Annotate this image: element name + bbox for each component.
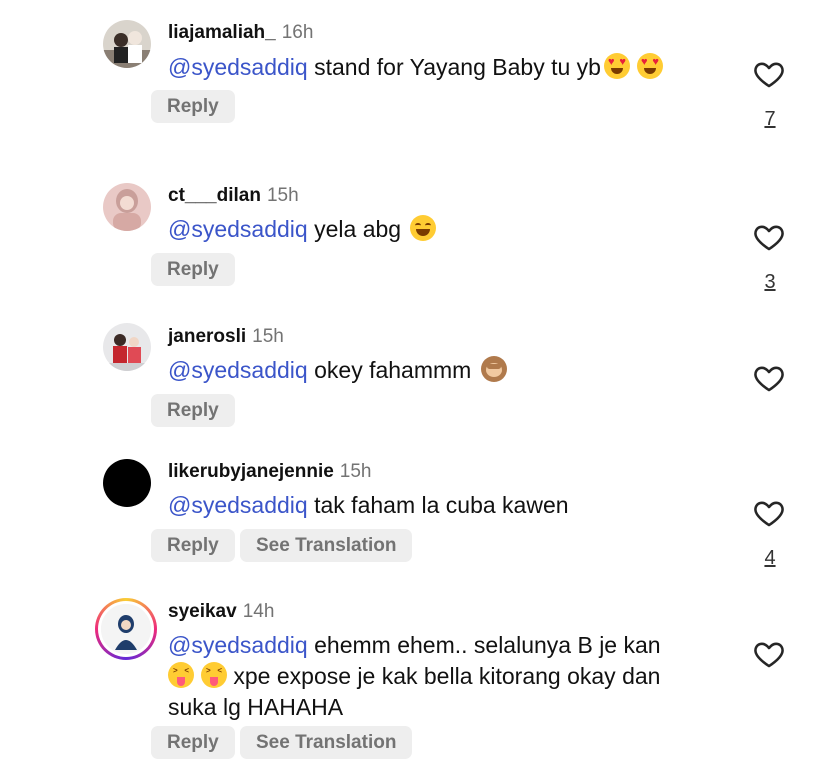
comment-body-line1: ehemm ehem.. selalunya B je kan [314, 632, 661, 658]
heart-outline-icon[interactable] [751, 637, 787, 671]
username[interactable]: liajamaliah_ [168, 22, 276, 43]
squinting-tongue-emoji [201, 662, 227, 688]
timestamp: 14h [242, 601, 275, 622]
avatar [101, 604, 151, 654]
see-translation-button[interactable]: See Translation [240, 726, 413, 759]
comment-meta: janerosli 15h [168, 326, 284, 348]
avatar[interactable] [103, 183, 151, 231]
story-ring-avatar[interactable] [95, 598, 157, 660]
timestamp: 15h [266, 185, 299, 206]
mention-link[interactable]: @syedsaddiq [168, 357, 308, 383]
username[interactable]: janerosli [168, 326, 246, 347]
reply-button[interactable]: Reply [151, 394, 235, 427]
username[interactable]: likerubyjanejennie [168, 461, 334, 482]
comment-meta: ct___dilan 15h [168, 185, 299, 207]
reply-button[interactable]: Reply [151, 253, 235, 286]
username[interactable]: syeikav [168, 601, 237, 622]
comment-text: @syedsaddiq ehemm ehem.. selalunya B je … [168, 630, 728, 723]
comment-body: tak faham la cuba kawen [314, 492, 569, 518]
heart-eyes-emoji [603, 53, 630, 79]
see-no-evil-monkey-emoji [480, 356, 507, 382]
username[interactable]: ct___dilan [168, 185, 261, 206]
mention-link[interactable]: @syedsaddiq [168, 216, 308, 242]
comment-body: yela abg [314, 216, 402, 242]
avatar[interactable] [103, 20, 151, 68]
avatar[interactable] [103, 459, 151, 507]
timestamp: 15h [339, 461, 372, 482]
comment-meta: likerubyjanejennie 15h [168, 461, 372, 483]
comment-meta: liajamaliah_ 16h [168, 22, 313, 44]
timestamp: 16h [281, 22, 314, 43]
avatar[interactable] [103, 323, 151, 371]
squinting-tongue-emoji [168, 662, 194, 688]
comment-body-line2: xpe expose je kak bella kitorang okay da… [233, 663, 661, 689]
reply-button[interactable]: Reply [151, 529, 235, 562]
heart-eyes-emoji [636, 53, 663, 79]
reply-button[interactable]: Reply [151, 90, 235, 123]
comment-body: stand for Yayang Baby tu yb [314, 54, 601, 80]
reply-button[interactable]: Reply [151, 726, 235, 759]
comment-body-line3: suka lg HAHAHA [168, 694, 344, 720]
heart-outline-icon[interactable] [751, 496, 787, 530]
heart-outline-icon[interactable] [751, 57, 787, 91]
heart-outline-icon[interactable] [751, 220, 787, 254]
heart-outline-icon[interactable] [751, 361, 787, 395]
comment-text: @syedsaddiq okey fahammm [168, 355, 507, 386]
mention-link[interactable]: @syedsaddiq [168, 54, 308, 80]
like-count[interactable]: 7 [752, 108, 788, 131]
comment-text: @syedsaddiq yela abg [168, 214, 437, 245]
comment-text: @syedsaddiq tak faham la cuba kawen [168, 490, 569, 521]
comment-body: okey fahammm [314, 357, 472, 383]
see-translation-button[interactable]: See Translation [240, 529, 413, 562]
comment-text: @syedsaddiq stand for Yayang Baby tu yb [168, 52, 663, 83]
timestamp: 15h [252, 326, 284, 347]
tears-of-joy-emoji [410, 215, 437, 241]
mention-link[interactable]: @syedsaddiq [168, 492, 308, 518]
like-count[interactable]: 3 [752, 271, 788, 294]
mention-link[interactable]: @syedsaddiq [168, 632, 308, 658]
like-count[interactable]: 4 [752, 547, 788, 570]
comment-meta: syeikav 14h [168, 601, 274, 623]
